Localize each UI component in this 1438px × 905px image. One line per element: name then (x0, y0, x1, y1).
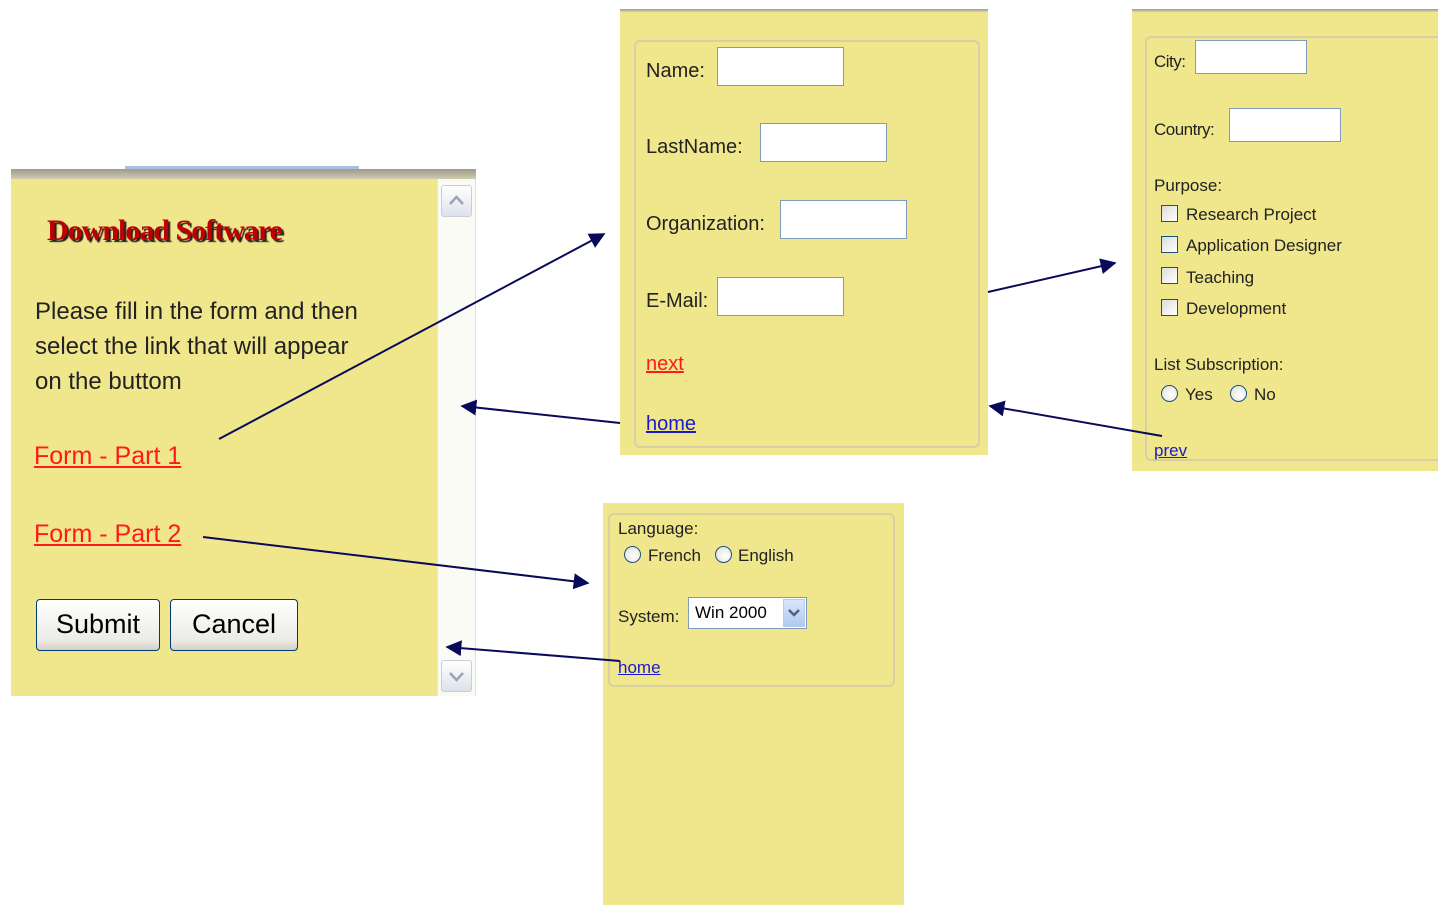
arrow-part2-to-form (202, 536, 590, 590)
arrow-part1-to-form (218, 233, 606, 440)
arrow-prev-to-form (988, 400, 1163, 437)
arrow-home-to-main (460, 399, 621, 424)
arrow-next-to-continued (987, 258, 1117, 293)
navigation-arrows (202, 233, 1163, 662)
arrow-home2-to-main (445, 640, 621, 662)
